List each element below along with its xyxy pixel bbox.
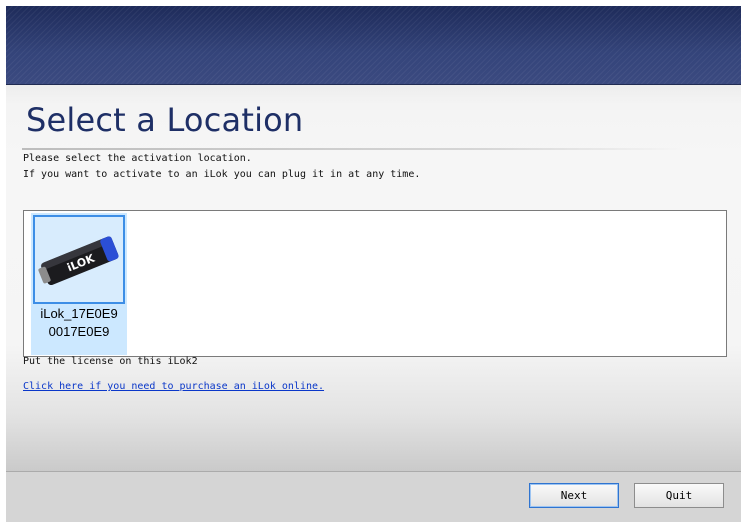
instruction-line-1: Please select the activation location.	[23, 153, 252, 164]
next-button[interactable]: Next	[529, 483, 619, 508]
ilok-usb-key-icon: iLOK	[33, 215, 125, 304]
purchase-ilok-link[interactable]: Click here if you need to purchase an iL…	[23, 381, 324, 392]
installer-window: Select a Location Please select the acti…	[6, 6, 741, 522]
device-label: iLok_17E0E9 0017E0E9	[31, 305, 127, 341]
header-banner	[6, 6, 741, 85]
page-title: Select a Location	[26, 101, 304, 139]
location-list[interactable]: iLOK iLok_17E0E9 0017E0E9	[23, 210, 727, 357]
content-panel: Select a Location Please select the acti…	[6, 85, 741, 471]
license-target-text: Put the license on this iLok2	[23, 356, 198, 367]
instruction-line-2: If you want to activate to an iLok you c…	[23, 169, 421, 180]
device-item-ilok[interactable]: iLOK iLok_17E0E9 0017E0E9	[31, 213, 127, 355]
quit-button[interactable]: Quit	[634, 483, 724, 508]
device-serial: 0017E0E9	[48, 324, 110, 339]
title-divider	[22, 148, 682, 150]
device-name: iLok_17E0E9	[40, 306, 118, 321]
footer-divider	[6, 471, 741, 472]
